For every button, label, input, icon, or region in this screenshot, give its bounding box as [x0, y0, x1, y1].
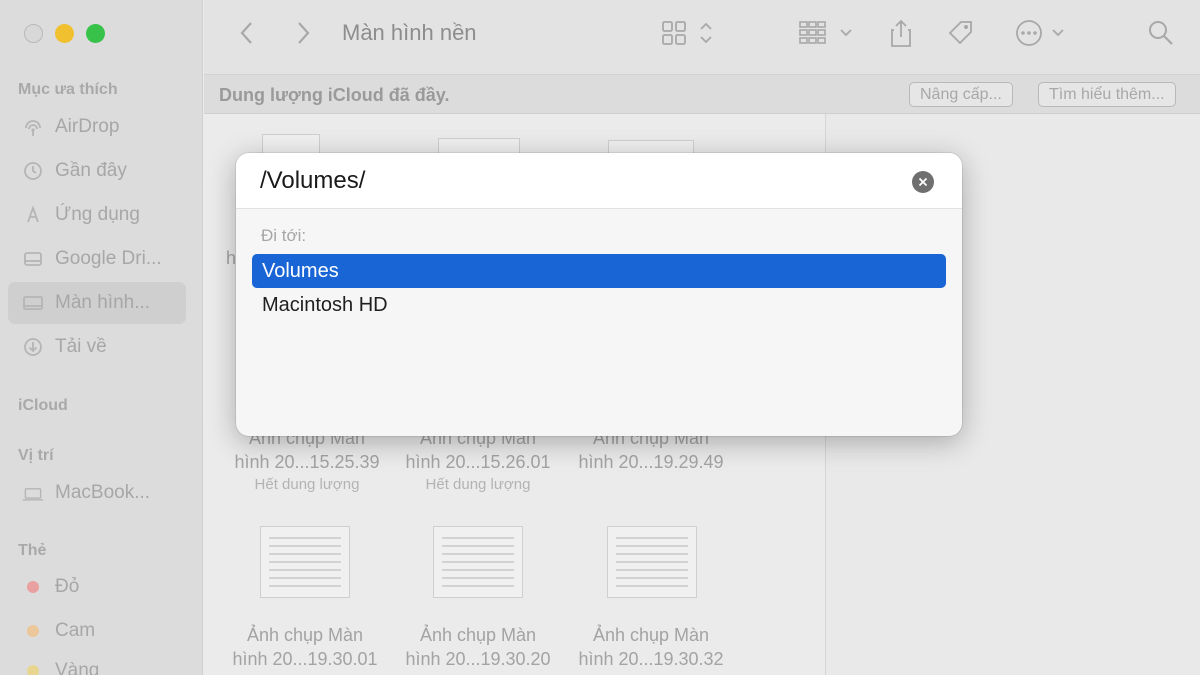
sidebar-item-macbook[interactable]: MacBook...: [8, 472, 186, 514]
file-name-line: hình 20...19.30.01: [232, 649, 378, 669]
file-name-partial: h: [226, 248, 237, 268]
icloud-full-banner: Dung lượng iCloud đã đầy. Nâng cấp... Tì…: [204, 74, 1200, 114]
sidebar-header-icloud: iCloud: [18, 397, 68, 414]
sidebar-item-label: AirDrop: [55, 116, 120, 137]
file-item[interactable]: Ảnh chụp Màn hình 20...19.30.01: [220, 623, 390, 671]
sidebar-item-downloads[interactable]: Tải về: [8, 326, 186, 368]
sidebar-tag-orange[interactable]: Cam: [8, 610, 186, 652]
file-name-line: Ảnh chụp Màn: [592, 625, 710, 645]
file-thumbnail[interactable]: [607, 526, 697, 598]
close-window-button[interactable]: [24, 24, 43, 43]
minimize-window-button[interactable]: [55, 24, 74, 43]
file-name-line: Ảnh chụp Màn: [246, 625, 364, 645]
finder-window: Mục ưa thích AirDrop Gần đây Ứng dụng Go…: [0, 0, 1200, 675]
applications-icon: [22, 204, 44, 226]
file-item[interactable]: Ảnh chụp Màn hình 20...19.30.32: [566, 623, 736, 671]
sidebar-header-tags: Thẻ: [18, 542, 47, 559]
toolbar: Màn hình nền: [204, 0, 1200, 74]
group-by-icon[interactable]: [796, 18, 858, 48]
window-controls: [24, 24, 105, 43]
sidebar-item-label: Cam: [55, 620, 96, 641]
file-name-line: hình 20...19.30.20: [405, 649, 551, 669]
file-item[interactable]: Ảnh chụp Màn hình 20...19.30.20: [393, 623, 563, 671]
close-icon: [918, 177, 928, 187]
airdrop-icon: [22, 116, 44, 138]
upgrade-button[interactable]: Nâng cấp...: [909, 82, 1013, 107]
path-input-row: [236, 153, 962, 209]
sidebar-item-label: Ứng dụng: [55, 204, 140, 225]
sidebar-header-favorites: Mục ưa thích: [18, 81, 118, 98]
sidebar-item-applications[interactable]: Ứng dụng: [8, 194, 186, 236]
path-input[interactable]: [260, 165, 880, 197]
yellow-tag-dot: [27, 665, 39, 675]
sidebar-item-google-drive[interactable]: Google Dri...: [8, 238, 186, 280]
sidebar-item-label: Vàng: [55, 660, 100, 675]
file-item[interactable]: Ảnh chụp Màn hình 20...15.26.01 Hết dung…: [393, 426, 563, 496]
suggestion-volumes[interactable]: Volumes: [252, 254, 946, 288]
sidebar-item-label: MacBook...: [55, 482, 151, 503]
more-actions-icon[interactable]: [1012, 18, 1072, 48]
goto-label: Đi tới:: [261, 226, 307, 245]
learn-more-button[interactable]: Tìm hiểu thêm...: [1038, 82, 1176, 107]
sidebar-item-label: Đỏ: [55, 576, 80, 597]
file-name-line: Ảnh chụp Màn: [419, 625, 537, 645]
file-thumbnail[interactable]: [433, 526, 523, 598]
file-name-line: hình 20...15.25.39: [234, 452, 380, 472]
suggestion-macintosh-hd[interactable]: Macintosh HD: [252, 288, 946, 322]
sidebar-item-recents[interactable]: Gần đây: [8, 150, 186, 192]
go-to-folder-dialog: Đi tới: Volumes Macintosh HD: [236, 153, 962, 436]
sidebar: Mục ưa thích AirDrop Gần đây Ứng dụng Go…: [0, 0, 203, 675]
back-chevron-icon[interactable]: [232, 18, 262, 48]
window-title: Màn hình nền: [342, 20, 477, 45]
sidebar-item-airdrop[interactable]: AirDrop: [8, 106, 186, 148]
download-icon: [22, 336, 44, 358]
clock-icon: [22, 160, 44, 182]
sidebar-item-label: Google Dri...: [55, 248, 162, 269]
file-name-line: hình 20...19.30.32: [578, 649, 724, 669]
grid-view-icon[interactable]: [658, 18, 718, 48]
file-item[interactable]: Ảnh chụp Màn hình 20...15.25.39 Hết dung…: [222, 426, 392, 496]
file-status: Hết dung lượng: [425, 476, 531, 493]
laptop-icon: [22, 482, 44, 504]
sidebar-item-label: Màn hình...: [55, 292, 151, 313]
clear-input-button[interactable]: [912, 171, 934, 193]
desktop-icon: [22, 292, 44, 314]
search-icon[interactable]: [1146, 18, 1176, 48]
google-drive-icon: [22, 248, 44, 270]
sidebar-tag-red[interactable]: Đỏ: [8, 566, 186, 608]
forward-chevron-icon[interactable]: [288, 18, 318, 48]
orange-tag-dot: [27, 625, 39, 637]
sidebar-item-label: Tải về: [55, 336, 107, 357]
file-thumbnail[interactable]: [260, 526, 350, 598]
sidebar-item-label: Gần đây: [55, 160, 127, 181]
red-tag-dot: [27, 581, 39, 593]
file-name-line: hình 20...19.29.49: [578, 452, 724, 472]
sidebar-header-locations: Vị trí: [18, 447, 54, 464]
banner-message: Dung lượng iCloud đã đầy.: [219, 85, 450, 105]
tag-icon[interactable]: [946, 18, 976, 48]
sidebar-tag-yellow[interactable]: Vàng: [8, 650, 186, 675]
sidebar-item-desktop[interactable]: Màn hình...: [8, 282, 186, 324]
zoom-window-button[interactable]: [86, 24, 105, 43]
share-icon[interactable]: [886, 18, 916, 48]
file-name-line: hình 20...15.26.01: [405, 452, 551, 472]
file-status: Hết dung lượng: [254, 476, 360, 493]
